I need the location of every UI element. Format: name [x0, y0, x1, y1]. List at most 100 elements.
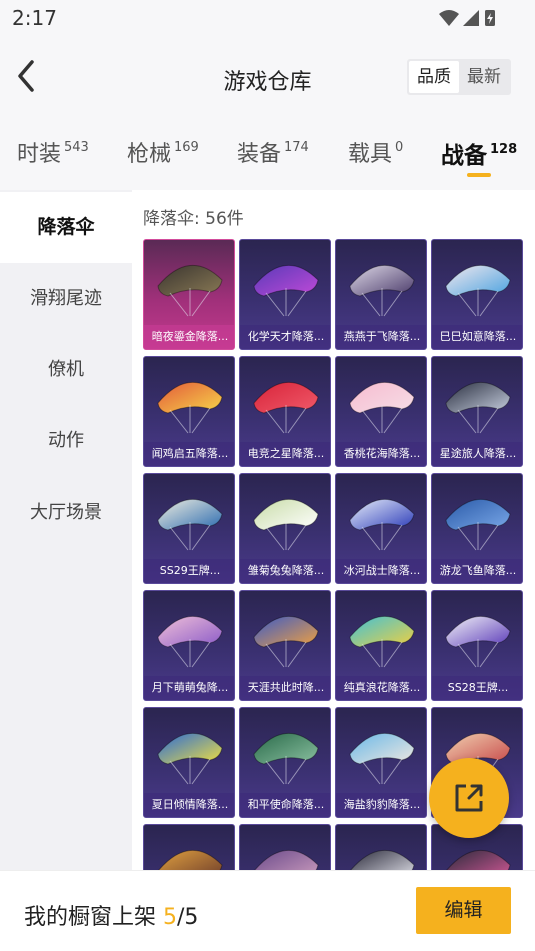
tab-label: 枪械	[127, 142, 172, 167]
parachute-card[interactable]: 化学天才降落...	[239, 239, 331, 350]
tab-vehicles[interactable]: 载具 0	[348, 136, 403, 176]
parachute-name: 化学天才降落...	[240, 325, 330, 349]
parachute-name: 香桃花海降落...	[336, 442, 426, 466]
parachute-name: 暗夜鎏金降落...	[144, 325, 234, 349]
parachute-card[interactable]: 星途旅人降落...	[431, 356, 523, 467]
share-icon	[455, 784, 483, 812]
parachute-card[interactable]: 巳巳如意降落...	[431, 239, 523, 350]
parachute-card[interactable]: 游龙飞鱼降落...	[431, 473, 523, 584]
parachute-icon	[253, 733, 319, 785]
parachute-name: 游龙飞鱼降落...	[432, 559, 522, 583]
parachute-icon	[350, 850, 415, 870]
parachute-card[interactable]: 暗夜鎏金降落...	[143, 239, 235, 350]
parachute-icon	[349, 616, 415, 668]
parachute-icon	[445, 499, 511, 551]
parachute-icon	[157, 382, 223, 434]
showcase-bar: 我的橱窗上架 5/5 编辑	[0, 870, 535, 951]
sidebar-item-wingman[interactable]: 僚机	[0, 334, 132, 405]
parachute-name: 冰河战士降落...	[336, 559, 426, 583]
parachute-icon	[157, 733, 223, 785]
sort-toggle: 品质 最新	[407, 59, 511, 95]
parachute-card[interactable]: 天涯共此时降...	[239, 590, 331, 701]
tab-active-indicator	[467, 173, 491, 177]
parachute-name: 和平使命降落...	[240, 793, 330, 817]
parachute-card[interactable]: 雏菊兔兔降落...	[239, 473, 331, 584]
showcase-current: 5	[163, 905, 177, 930]
status-time: 2:17	[12, 6, 57, 30]
category-tabs: 时装 543 枪械 169 装备 174 载具 0 战备 128	[0, 120, 535, 190]
parachute-card[interactable]: 和平使命降落...	[239, 707, 331, 818]
parachute-icon	[253, 382, 319, 434]
sort-quality-button[interactable]: 品质	[409, 61, 459, 93]
sidebar-item-parachute[interactable]: 降落伞	[0, 192, 132, 263]
parachute-icon	[157, 616, 223, 668]
parachute-name: SS29王牌...	[144, 559, 234, 583]
sidebar-item-glide-trail[interactable]: 滑翔尾迹	[0, 263, 132, 334]
tab-label: 载具	[348, 142, 393, 167]
tab-label: 战备	[441, 143, 487, 169]
sort-newest-button[interactable]: 最新	[459, 61, 509, 93]
parachute-icon	[349, 382, 415, 434]
parachute-card[interactable]: SS29王牌...	[143, 473, 235, 584]
parachute-card[interactable]	[239, 824, 331, 870]
parachute-card[interactable]	[143, 824, 235, 870]
parachute-name: 天涯共此时降...	[240, 676, 330, 700]
parachute-icon	[445, 265, 511, 317]
sidebar-item-emote[interactable]: 动作	[0, 405, 132, 476]
tab-count: 169	[174, 140, 199, 155]
parachute-icon	[253, 265, 319, 317]
parachute-icon	[157, 265, 223, 317]
tab-label: 时装	[17, 142, 62, 167]
parachute-icon	[445, 616, 511, 668]
showcase-total: /5	[177, 905, 199, 930]
tab-count: 543	[64, 140, 89, 155]
tab-weapons[interactable]: 枪械 169	[127, 136, 199, 176]
status-bar: 2:17	[0, 0, 535, 36]
parachute-card[interactable]: 电竞之星降落...	[239, 356, 331, 467]
tab-label: 装备	[237, 142, 282, 167]
parachute-name: 电竞之星降落...	[240, 442, 330, 466]
parachute-icon	[253, 616, 319, 668]
parachute-name: 纯真浪花降落...	[336, 676, 426, 700]
parachute-name: 夏日倾情降落...	[144, 793, 234, 817]
parachute-name: 星途旅人降落...	[432, 442, 522, 466]
parachute-icon	[253, 499, 319, 551]
wifi-icon	[439, 10, 459, 26]
parachute-icon	[349, 265, 415, 317]
parachute-icon	[445, 382, 511, 434]
parachute-name: SS28王牌...	[432, 676, 522, 700]
tab-count: 128	[490, 142, 518, 157]
section-heading: 降落伞: 56件	[143, 209, 244, 229]
parachute-icon	[349, 733, 415, 785]
parachute-icon	[254, 850, 319, 870]
parachute-card[interactable]: 闻鸡启五降落...	[143, 356, 235, 467]
parachute-icon	[157, 499, 223, 551]
showcase-label: 我的橱窗上架	[24, 905, 163, 930]
parachute-card[interactable]: 海盐豹豹降落...	[335, 707, 427, 818]
parachute-card[interactable]	[335, 824, 427, 870]
parachute-card[interactable]: 夏日倾情降落...	[143, 707, 235, 818]
tab-fashion[interactable]: 时装 543	[17, 136, 89, 176]
tab-combat-gear[interactable]: 战备 128	[441, 136, 518, 177]
edit-button[interactable]: 编辑	[416, 887, 511, 934]
parachute-name: 巳巳如意降落...	[432, 325, 522, 349]
parachute-name: 雏菊兔兔降落...	[240, 559, 330, 583]
parachute-card[interactable]: 燕燕于飞降落...	[335, 239, 427, 350]
sidebar-item-lobby-scene[interactable]: 大厅场景	[0, 477, 132, 548]
tab-equipment[interactable]: 装备 174	[237, 136, 309, 176]
parachute-card[interactable]: SS28王牌...	[431, 590, 523, 701]
parachute-icon	[349, 499, 415, 551]
signal-icon	[463, 10, 479, 26]
parachute-card[interactable]: 纯真浪花降落...	[335, 590, 427, 701]
parachute-card[interactable]: 冰河战士降落...	[335, 473, 427, 584]
parachute-card[interactable]: 香桃花海降落...	[335, 356, 427, 467]
parachute-name: 月下萌萌兔降...	[144, 676, 234, 700]
showcase-count: 我的橱窗上架 5/5	[24, 899, 198, 931]
tab-count: 0	[395, 140, 404, 155]
tab-count: 174	[284, 140, 309, 155]
status-icons	[439, 10, 495, 26]
parachute-card[interactable]: 月下萌萌兔降...	[143, 590, 235, 701]
share-button[interactable]	[429, 758, 509, 838]
parachute-name: 燕燕于飞降落...	[336, 325, 426, 349]
parachute-icon	[158, 850, 223, 870]
